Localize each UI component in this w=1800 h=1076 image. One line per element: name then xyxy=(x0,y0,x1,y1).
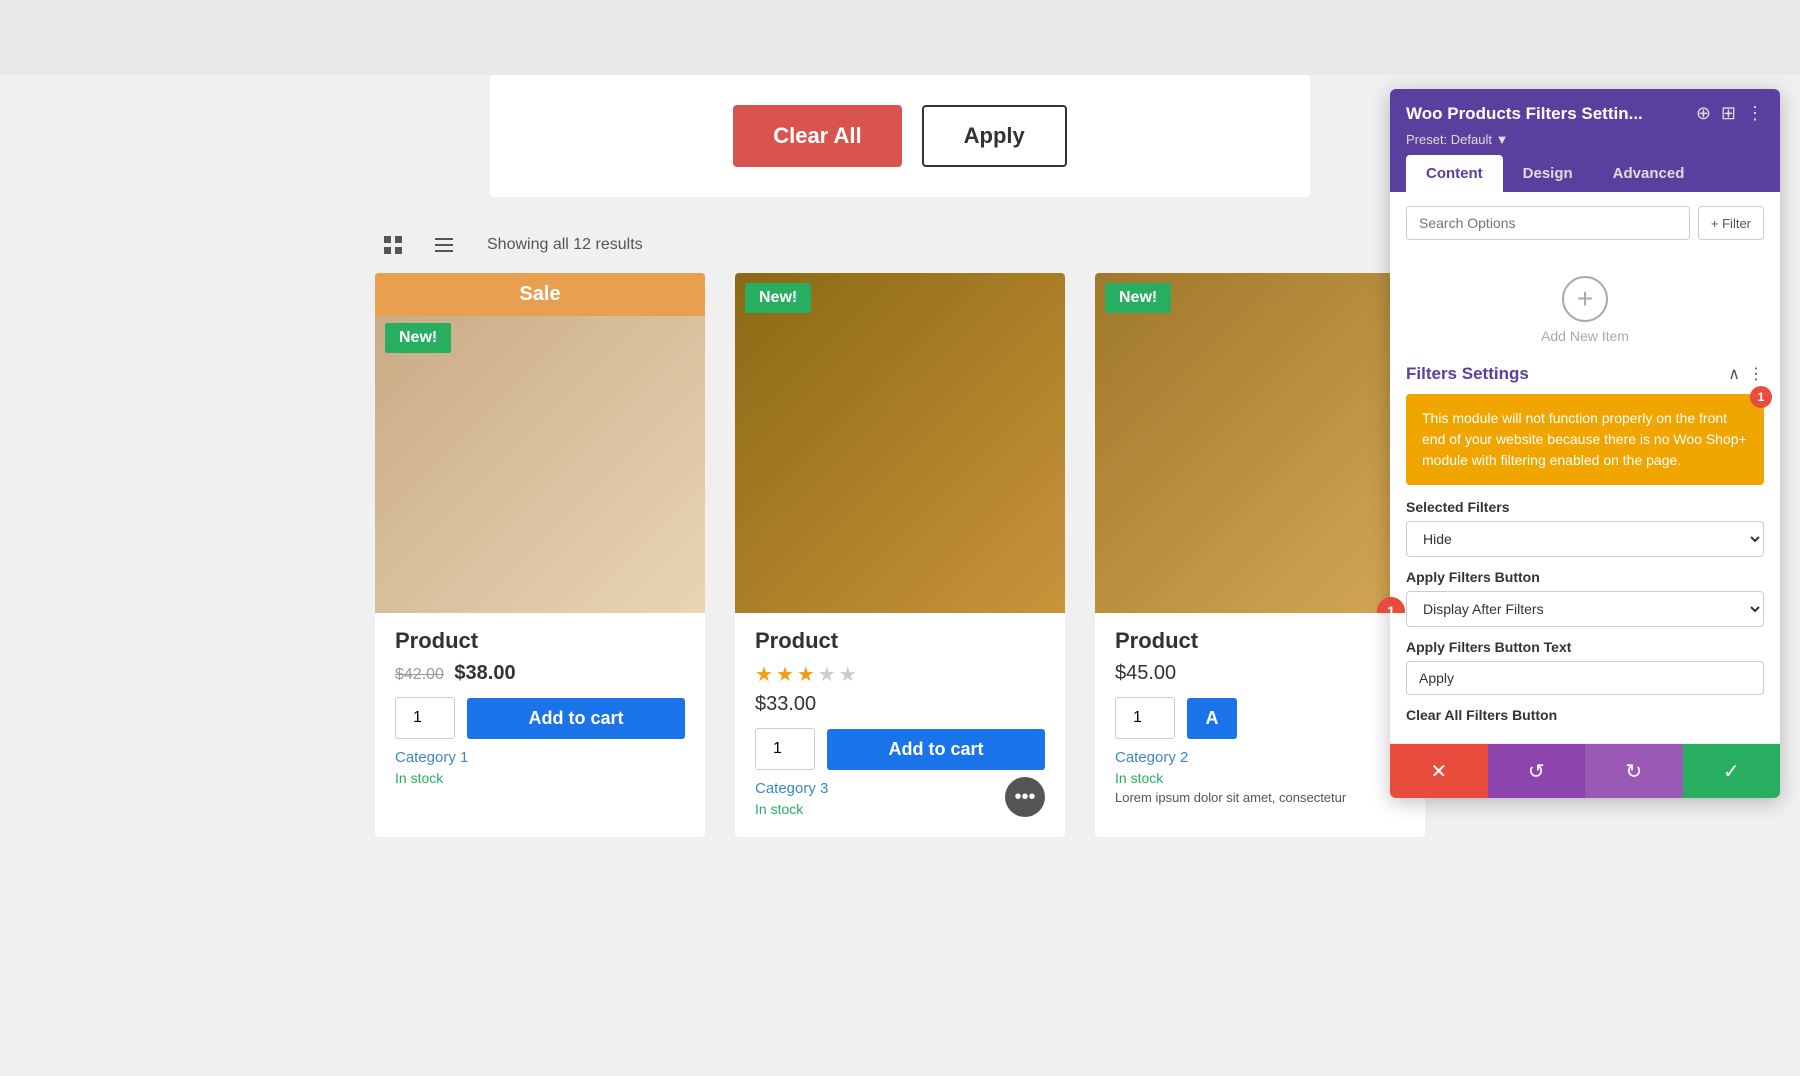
stock-status: In stock xyxy=(395,770,685,786)
category-link[interactable]: Category 1 xyxy=(395,749,685,766)
warning-count-badge: 1 xyxy=(1750,386,1772,408)
panel-tabs: Content Design Advanced xyxy=(1406,155,1764,192)
search-filter-row: + Filter xyxy=(1406,206,1764,240)
panel-preset[interactable]: Preset: Default ▼ xyxy=(1406,132,1764,147)
add-new-item-button[interactable]: + Add New Item xyxy=(1406,256,1764,364)
product-card: New! 1 Product $45.00 A Category 2 In st… xyxy=(1095,273,1425,837)
price-regular: $45.00 xyxy=(1115,662,1405,685)
delete-button[interactable]: ✕ xyxy=(1390,744,1488,798)
tab-advanced[interactable]: Advanced xyxy=(1593,155,1705,192)
add-to-cart-button[interactable]: Add to cart xyxy=(467,698,685,739)
product-image: Sale New! xyxy=(375,273,705,613)
category-link[interactable]: Category 2 xyxy=(1115,749,1405,766)
price-original: $42.00 xyxy=(395,666,444,683)
collapse-icon[interactable]: ∧ xyxy=(1728,364,1740,384)
tab-design[interactable]: Design xyxy=(1503,155,1593,192)
section-header: Filters Settings ∧ ⋮ xyxy=(1406,364,1764,384)
price-sale: $38.00 xyxy=(454,662,515,684)
product-title: Product xyxy=(1115,628,1405,654)
apply-filters-select[interactable]: Display After Filters Display Before Fil… xyxy=(1406,591,1764,627)
add-to-cart-button[interactable]: A xyxy=(1187,698,1237,739)
filters-settings-section: Filters Settings ∧ ⋮ This module will no… xyxy=(1406,364,1764,723)
panel-title: Woo Products Filters Settin... xyxy=(1406,104,1696,124)
selected-filters-select[interactable]: Hide Show xyxy=(1406,521,1764,557)
product-image: New! xyxy=(735,273,1065,613)
search-options-input[interactable] xyxy=(1406,206,1690,240)
filter-bar: Clear All Apply xyxy=(490,75,1310,197)
filter-button[interactable]: + Filter xyxy=(1698,206,1764,240)
apply-filters-button-text-input[interactable] xyxy=(1406,661,1764,695)
apply-filters-button-label: Apply Filters Button xyxy=(1406,569,1764,585)
products-grid: Sale New! Product $42.00 $38.00 Add to c… xyxy=(375,273,1425,877)
star-4: ★ xyxy=(818,662,836,687)
category-link[interactable]: Category 3 xyxy=(755,780,1045,797)
more-icon[interactable]: ⋮ xyxy=(1746,103,1764,124)
panel-header-icons: ⊕ ⊞ ⋮ xyxy=(1696,103,1764,124)
clear-all-button[interactable]: Clear All xyxy=(733,105,901,167)
view-controls: Showing all 12 results xyxy=(375,227,1425,263)
star-rating: ★ ★ ★ ★ ★ xyxy=(755,662,1045,687)
results-text: Showing all 12 results xyxy=(487,236,643,254)
product-info: Product $42.00 $38.00 Add to cart Catego… xyxy=(375,613,705,806)
stock-status: In stock xyxy=(1115,770,1405,786)
section-title: Filters Settings xyxy=(1406,364,1529,384)
product-description: Lorem ipsum dolor sit amet, consectetur xyxy=(1115,790,1405,805)
price-regular: $33.00 xyxy=(755,693,1045,716)
new-badge: New! xyxy=(1105,283,1171,313)
product-image: New! 1 xyxy=(1095,273,1425,613)
clear-all-filters-button-label: Clear All Filters Button xyxy=(1406,707,1764,723)
grid-icon xyxy=(381,233,405,257)
panel-body: + Filter + Add New Item Filters Settings… xyxy=(1390,192,1780,743)
quantity-input[interactable] xyxy=(1115,697,1175,739)
stock-status: In stock xyxy=(755,801,1045,817)
add-to-cart-row: A xyxy=(1115,697,1405,739)
quantity-input[interactable] xyxy=(755,728,815,770)
star-2: ★ xyxy=(776,662,794,687)
product-title: Product xyxy=(755,628,1045,654)
list-view-button[interactable] xyxy=(426,227,462,263)
star-3: ★ xyxy=(797,662,815,687)
apply-button[interactable]: Apply xyxy=(922,105,1067,167)
save-button[interactable]: ✓ xyxy=(1683,744,1781,798)
star-5: ★ xyxy=(839,662,857,687)
warning-box: This module will not function properly o… xyxy=(1406,394,1764,485)
apply-filters-button-text-label: Apply Filters Button Text xyxy=(1406,639,1764,655)
list-icon xyxy=(432,233,456,257)
add-to-cart-row: Add to cart xyxy=(395,697,685,739)
add-to-cart-button[interactable]: Add to cart xyxy=(827,729,1045,770)
layout-icon[interactable]: ⊞ xyxy=(1721,103,1736,124)
add-to-cart-row: Add to cart xyxy=(755,728,1045,770)
product-info: Product $45.00 A Category 2 In stock Lor… xyxy=(1095,613,1425,825)
sale-badge: Sale xyxy=(375,273,705,316)
selected-filters-label: Selected Filters xyxy=(1406,499,1764,515)
section-icons: ∧ ⋮ xyxy=(1728,364,1764,384)
product-title: Product xyxy=(395,628,685,654)
add-new-circle-icon: + xyxy=(1562,276,1608,322)
panel-title-row: Woo Products Filters Settin... ⊕ ⊞ ⋮ xyxy=(1406,103,1764,124)
redo-button[interactable]: ↻ xyxy=(1585,744,1683,798)
star-1: ★ xyxy=(755,662,773,687)
product-card: New! Product ★ ★ ★ ★ ★ $33.00 Add to car… xyxy=(735,273,1065,837)
tab-content[interactable]: Content xyxy=(1406,155,1503,192)
new-badge: New! xyxy=(745,283,811,313)
quantity-input[interactable] xyxy=(395,697,455,739)
panel-footer: ✕ ↺ ↻ ✓ xyxy=(1390,743,1780,798)
settings-icon[interactable]: ⊕ xyxy=(1696,103,1711,124)
panel-header: Woo Products Filters Settin... ⊕ ⊞ ⋮ Pre… xyxy=(1390,89,1780,192)
settings-panel: Woo Products Filters Settin... ⊕ ⊞ ⋮ Pre… xyxy=(1390,89,1780,798)
price-row: $42.00 $38.00 xyxy=(395,662,685,685)
product-card: Sale New! Product $42.00 $38.00 Add to c… xyxy=(375,273,705,837)
undo-button[interactable]: ↺ xyxy=(1488,744,1586,798)
more-options-button[interactable]: ••• xyxy=(1005,777,1045,817)
section-more-icon[interactable]: ⋮ xyxy=(1748,364,1764,384)
grid-view-button[interactable] xyxy=(375,227,411,263)
add-new-label: Add New Item xyxy=(1541,328,1629,344)
new-badge: New! xyxy=(385,323,451,353)
